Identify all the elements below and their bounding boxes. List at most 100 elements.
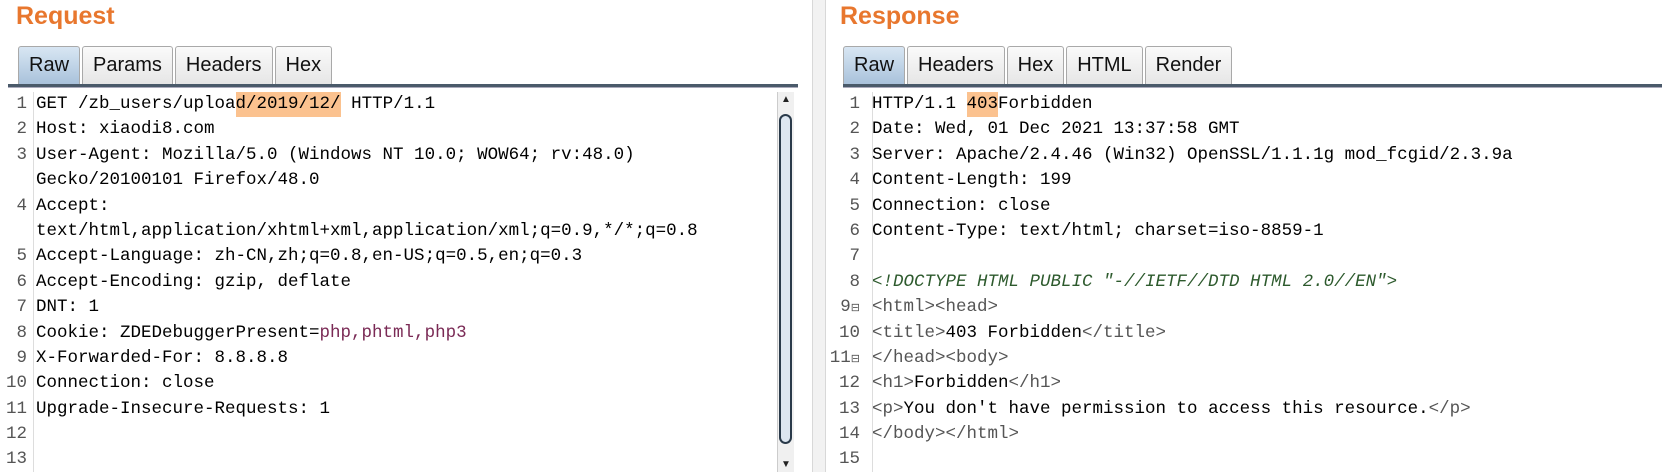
fold-toggle-icon[interactable]: ⊟ — [851, 303, 860, 315]
line-number-text: 1 — [849, 94, 860, 114]
line-number: 9⊟ — [824, 295, 860, 320]
line-number: 3 — [824, 143, 860, 168]
scroll-up-arrow-icon[interactable]: ▲ — [781, 94, 791, 105]
code-line: 13 <p> You don't have permission to access… — [824, 397, 1662, 422]
code-line: 6 Content-Type: text/html; charset=iso-88… — [824, 219, 1662, 244]
code-line: 4 Content-Length: 199 — [824, 168, 1662, 193]
code-text: Content-Length: 199 — [872, 170, 1072, 191]
line-number-text: 4 — [849, 170, 860, 191]
code-text: Host: xiaodi8.com — [36, 119, 215, 140]
code-text: Accept-Language: zh-CN,zh;q=0.8,en-US;q=… — [36, 246, 583, 267]
line-number: 9 — [0, 346, 27, 371]
tab-raw[interactable]: Raw — [843, 46, 906, 84]
line-number: 7 — [824, 244, 860, 269]
line-number-text: 11 — [5, 398, 27, 419]
line-number-text: 5 — [849, 195, 860, 216]
line-number-text: 9 — [840, 297, 851, 318]
line-number: 12 — [824, 371, 860, 396]
code-line: Gecko/20100101 Firefox/48.0 — [0, 168, 776, 193]
tab-headers[interactable]: Headers — [174, 46, 273, 84]
line-number: 1 — [824, 92, 860, 117]
tab-hex[interactable]: Hex — [1006, 46, 1065, 84]
code-text: Content-Type: text/html; charset=iso-885… — [872, 220, 1324, 241]
code-text: DNT: 1 — [36, 297, 100, 318]
code-text: Gecko/20100101 Firefox/48.0 — [36, 170, 320, 191]
code-text: </h1> — [1008, 373, 1062, 394]
code-line: 9⊟ <html><head> — [824, 295, 1662, 320]
line-number-text: 10 — [838, 322, 860, 343]
request-scrollbar[interactable]: ▲ ▼ — [777, 92, 794, 472]
line-number-text: 12 — [838, 373, 860, 394]
line-number-text: 2 — [16, 119, 27, 140]
code-text: Upgrade-Insecure-Requests: 1 — [36, 398, 331, 419]
line-number-text: 3 — [849, 144, 860, 165]
code-text: Server: Apache/2.4.46 (Win32) OpenSSL/1.… — [872, 144, 1513, 165]
line-number-text: 6 — [16, 271, 27, 292]
code-line: text/html,application/xhtml+xml,applicat… — [0, 219, 776, 244]
response-pane: Response Raw Headers Hex HTML Render 1 HTTP/1… — [824, 0, 1662, 472]
line-number — [0, 168, 27, 193]
tab-underline — [843, 84, 1662, 88]
line-number — [0, 219, 27, 244]
code-line: 13 — [0, 447, 776, 472]
code-line: 9 X-Forwarded-For: 8.8.8.8 — [0, 346, 776, 371]
line-number: 15 — [824, 447, 860, 472]
highlighted-text: d/2019/12/ — [235, 92, 341, 118]
request-tabs: Raw Params Headers Hex — [18, 46, 334, 85]
code-line: 12 <h1> Forbidden </h1> — [824, 371, 1662, 396]
tab-headers[interactable]: Headers — [907, 46, 1005, 84]
code-text: Connection: close — [36, 373, 215, 394]
line-number: 12 — [0, 422, 27, 447]
code-line: 7 — [824, 244, 1662, 269]
line-number: 5 — [824, 194, 860, 219]
code-line: 5 Accept-Language: zh-CN,zh;q=0.8,en-US;q… — [0, 244, 776, 269]
line-number: 6 — [0, 270, 27, 295]
code-text: <html><head> — [872, 297, 999, 318]
line-number: 14 — [824, 422, 860, 447]
code-text: 403 Forbidden — [945, 322, 1083, 343]
code-line: 10 Connection: close — [0, 371, 776, 396]
line-number-text: 3 — [16, 144, 27, 165]
scroll-thumb[interactable] — [779, 114, 792, 444]
response-editor[interactable]: 1 HTTP/1.1 403 Forbidden 2 Date: Wed, 01 Dec… — [824, 92, 1662, 472]
code-text: Date: Wed, 01 Dec 2021 13:37:58 GMT — [872, 119, 1240, 140]
line-number: 3 — [0, 143, 27, 168]
line-number: 5 — [0, 244, 27, 269]
response-tabs: Raw Headers Hex HTML Render — [843, 46, 1234, 85]
tab-raw[interactable]: Raw — [18, 46, 81, 84]
line-number: 8 — [824, 270, 860, 295]
tab-html[interactable]: HTML — [1066, 46, 1143, 84]
code-line: 3 User-Agent: Mozilla/5.0 (Windows NT 10.… — [0, 143, 776, 168]
code-line: 11 Upgrade-Insecure-Requests: 1 — [0, 397, 776, 422]
line-number: 7 — [0, 295, 27, 320]
line-number: 4 — [824, 168, 860, 193]
line-number-text: 8 — [16, 322, 27, 343]
line-number-text: 1 — [16, 94, 27, 114]
gutter-divider — [872, 92, 873, 472]
tab-underline — [8, 84, 798, 88]
line-number: 2 — [0, 117, 27, 142]
code-text: Accept-Encoding: gzip, deflate — [36, 271, 352, 292]
line-number-text: 11 — [829, 347, 851, 368]
code-line: 10 <title> 403 Forbidden </title> — [824, 321, 1662, 346]
code-text: GET /zb_users/uploa — [36, 94, 236, 114]
tab-hex[interactable]: Hex — [274, 46, 333, 84]
tab-params[interactable]: Params — [82, 46, 173, 84]
code-text: php,phtml,php3 — [319, 322, 467, 343]
code-text: You don't have permission to access this… — [903, 398, 1429, 419]
line-number: 6 — [824, 219, 860, 244]
fold-toggle-icon[interactable]: ⊟ — [851, 354, 860, 366]
tab-render[interactable]: Render — [1144, 46, 1233, 84]
code-text: </body></html> — [872, 424, 1020, 445]
code-text: HTTP/1.1 — [340, 94, 436, 114]
code-text: Accept: — [36, 195, 110, 216]
line-number: 10 — [0, 371, 27, 396]
scroll-down-arrow-icon[interactable]: ▼ — [781, 459, 791, 470]
code-line: 3 Server: Apache/2.4.46 (Win32) OpenSSL/1… — [824, 143, 1662, 168]
line-number-text: 15 — [838, 449, 860, 470]
gutter-divider — [33, 92, 34, 472]
request-editor[interactable]: 1 GET /zb_users/uploa d/2019/12/ HTTP/1.1 2… — [0, 92, 776, 472]
line-number-text: 8 — [849, 271, 860, 292]
code-text: Connection: close — [872, 195, 1051, 216]
response-title: Response — [840, 2, 960, 30]
